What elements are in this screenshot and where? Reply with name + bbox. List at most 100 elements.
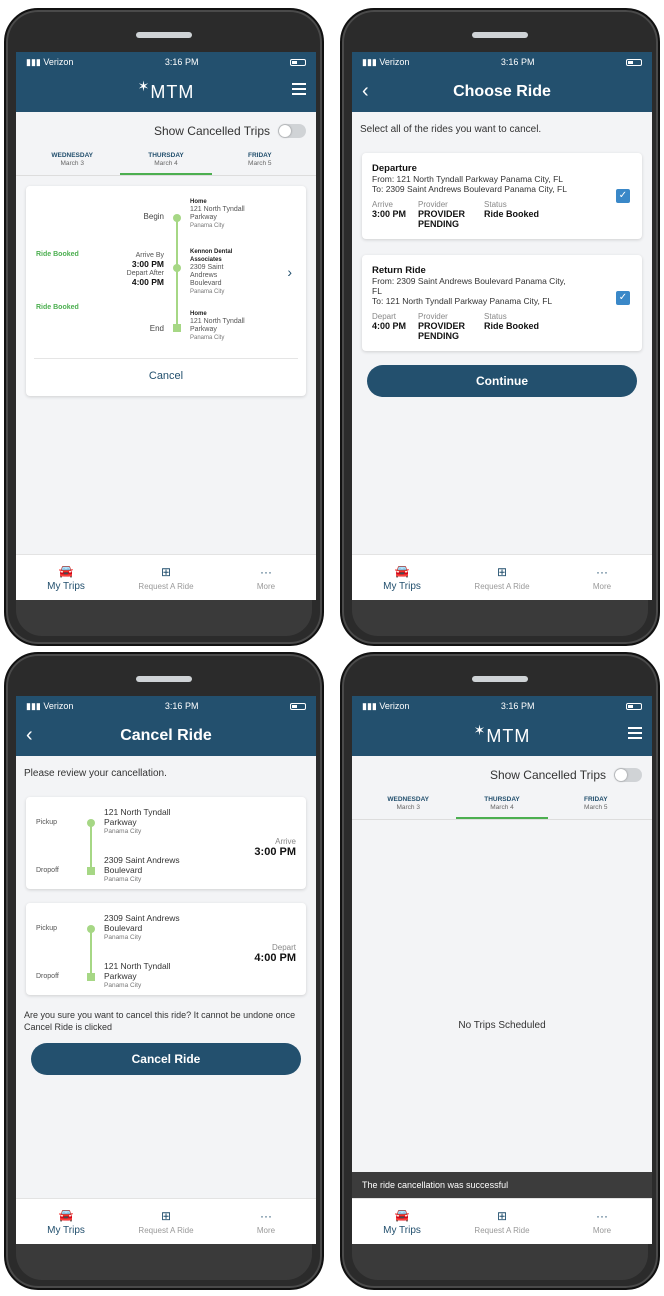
leg-time: Arrive 3:00 PM bbox=[254, 837, 296, 858]
route-end-square bbox=[173, 324, 181, 332]
stop-line: Parkway bbox=[190, 214, 217, 221]
checkbox-checked-icon[interactable]: ✓ bbox=[616, 189, 630, 203]
day-name: WEDNESDAY bbox=[387, 796, 430, 803]
stop-line: 2309 Saint bbox=[190, 264, 224, 271]
dropoff-address: 121 North Tyndall Parkway Panama City bbox=[104, 961, 170, 991]
stop-line: 121 North Tyndall bbox=[190, 206, 245, 213]
checkbox-checked-icon[interactable]: ✓ bbox=[616, 291, 630, 305]
meta-key: Provider bbox=[418, 200, 448, 209]
trip-card[interactable]: Ride Booked Ride Booked Begin Arrive By … bbox=[26, 186, 306, 396]
tab-more[interactable]: ··· More bbox=[217, 565, 316, 591]
tab-more[interactable]: ··· More bbox=[217, 1209, 316, 1235]
meta-key: Arrive bbox=[372, 200, 393, 209]
day-name: FRIDAY bbox=[583, 796, 608, 803]
stop-city: Panama City bbox=[190, 289, 225, 295]
day-tab-wednesday[interactable]: WEDNESDAY March 3 bbox=[362, 790, 454, 819]
tab-request-ride[interactable]: ⊞ Request A Ride bbox=[453, 565, 552, 591]
day-tab-friday[interactable]: FRIDAY March 5 bbox=[550, 790, 642, 819]
pickup-address: 121 North Tyndall Parkway Panama City bbox=[104, 807, 170, 837]
tab-request-ride[interactable]: ⊞ Request A Ride bbox=[453, 1209, 552, 1235]
continue-button[interactable]: Continue bbox=[367, 365, 637, 397]
day-tab-friday[interactable]: FRIDAY March 5 bbox=[214, 146, 306, 175]
bottom-tab-bar: 🚘 My Trips ⊞ Request A Ride ··· More bbox=[16, 554, 316, 600]
signal-icon: ▮▮▮ bbox=[362, 56, 380, 67]
show-cancelled-toggle[interactable] bbox=[278, 124, 306, 138]
back-icon[interactable]: ‹ bbox=[26, 724, 33, 747]
tab-label: More bbox=[592, 1225, 612, 1235]
address-line: Boulevard bbox=[104, 923, 143, 933]
cancel-warning: Are you sure you want to cancel this rid… bbox=[24, 1010, 296, 1032]
tab-request-ride[interactable]: ⊞ Request A Ride bbox=[117, 1209, 216, 1235]
status-bar: ▮▮▮ Verizon 3:16 PM bbox=[16, 696, 316, 716]
ride-option-return[interactable]: Return Ride From: 2309 Saint Andrews Bou… bbox=[362, 255, 642, 351]
plus-box-icon: ⊞ bbox=[160, 564, 172, 579]
pickup-label: Pickup bbox=[36, 925, 58, 932]
tab-more[interactable]: ··· More bbox=[553, 1209, 652, 1235]
show-cancelled-label: Show Cancelled Trips bbox=[153, 124, 270, 138]
bezel bbox=[352, 1244, 648, 1280]
ride-meta: Depart 4:00 PM Provider PROVIDER PENDING S… bbox=[372, 312, 632, 341]
empty-state-message: No Trips Scheduled bbox=[458, 1020, 546, 1031]
address-line: 121 North Tyndall bbox=[104, 807, 171, 817]
address-line: 121 North Tyndall bbox=[104, 961, 171, 971]
address-city: Panama City bbox=[104, 828, 142, 835]
day-name: FRIDAY bbox=[247, 152, 272, 159]
ride-provider-block: Provider PROVIDER PENDING bbox=[418, 200, 472, 229]
tab-request-ride[interactable]: ⊞ Request A Ride bbox=[117, 565, 216, 591]
route-line bbox=[90, 823, 92, 869]
time-label: Depart bbox=[271, 943, 296, 952]
speaker bbox=[136, 32, 192, 38]
status-bar: ▮▮▮ Verizon 3:16 PM bbox=[352, 52, 652, 72]
logo-icon: ✶ bbox=[473, 721, 486, 738]
day-tab-thursday[interactable]: THURSDAY March 4 bbox=[119, 146, 213, 175]
back-icon[interactable]: ‹ bbox=[362, 80, 369, 103]
show-cancelled-row: Show Cancelled Trips bbox=[16, 112, 316, 146]
stop-line: Boulevard bbox=[190, 280, 222, 287]
address-line: Parkway bbox=[104, 817, 137, 827]
menu-icon[interactable] bbox=[628, 727, 642, 739]
meta-value: Ride Booked bbox=[484, 321, 540, 331]
ride-option-departure[interactable]: Departure From: 121 North Tyndall Parkwa… bbox=[362, 153, 642, 239]
speaker bbox=[136, 676, 192, 682]
tab-my-trips[interactable]: 🚘 My Trips bbox=[353, 1208, 452, 1236]
plus-box-icon: ⊞ bbox=[496, 564, 508, 579]
time-value: 4:00 PM bbox=[254, 952, 296, 964]
screen-my-trips: ▮▮▮ Verizon 3:16 PM ✶ MTM Show Cancelled… bbox=[16, 52, 316, 600]
arrive-time: 3:00 PM bbox=[131, 259, 164, 269]
success-toast: The ride cancellation was successful bbox=[352, 1172, 652, 1198]
day-tab-wednesday[interactable]: WEDNESDAY March 3 bbox=[26, 146, 118, 175]
clock: 3:16 PM bbox=[500, 57, 535, 67]
ride-to: To: 2309 Saint Andrews Boulevard Panama … bbox=[372, 184, 567, 194]
bottom-tab-bar: 🚘 My Trips ⊞ Request A Ride ··· More bbox=[16, 1198, 316, 1244]
day-name: WEDNESDAY bbox=[51, 152, 94, 159]
tab-more[interactable]: ··· More bbox=[553, 565, 652, 591]
cancel-trip-button[interactable]: Cancel bbox=[26, 370, 306, 382]
menu-icon[interactable] bbox=[292, 83, 306, 95]
bezel bbox=[16, 600, 312, 636]
stop-line: 121 North Tyndall bbox=[190, 318, 245, 325]
tab-my-trips[interactable]: 🚘 My Trips bbox=[353, 564, 452, 592]
chevron-right-icon[interactable]: › bbox=[287, 264, 292, 280]
more-dots-icon: ··· bbox=[260, 564, 272, 579]
bezel bbox=[352, 600, 648, 636]
dropoff-label: Dropoff bbox=[36, 973, 59, 980]
show-cancelled-toggle[interactable] bbox=[614, 768, 642, 782]
ride-from: From: 2309 Saint Andrews Boulevard Panam… bbox=[372, 276, 566, 296]
route-start-dot bbox=[87, 819, 95, 827]
route-line bbox=[176, 218, 178, 328]
tab-label: Request A Ride bbox=[138, 1225, 194, 1235]
signal-icon: ▮▮▮ bbox=[26, 56, 44, 67]
day-tabs: WEDNESDAY March 3 THURSDAY March 4 FRIDA… bbox=[16, 146, 316, 176]
day-tab-thursday[interactable]: THURSDAY March 4 bbox=[455, 790, 549, 819]
day-tabs: WEDNESDAY March 3 THURSDAY March 4 FRIDA… bbox=[352, 790, 652, 820]
meta-key: Status bbox=[484, 200, 507, 209]
day-date: March 4 bbox=[490, 804, 514, 811]
tab-label: Request A Ride bbox=[138, 581, 194, 591]
stop-title: Home bbox=[190, 199, 207, 205]
phone-frame: ▮▮▮ Verizon 3:16 PM ‹ Cancel Ride Please… bbox=[4, 652, 324, 1290]
cancel-ride-button[interactable]: Cancel Ride bbox=[31, 1043, 301, 1075]
tab-my-trips[interactable]: 🚘 My Trips bbox=[17, 1208, 116, 1236]
car-icon: 🚘 bbox=[58, 1207, 74, 1222]
meta-value: 4:00 PM bbox=[372, 321, 407, 331]
tab-my-trips[interactable]: 🚘 My Trips bbox=[17, 564, 116, 592]
